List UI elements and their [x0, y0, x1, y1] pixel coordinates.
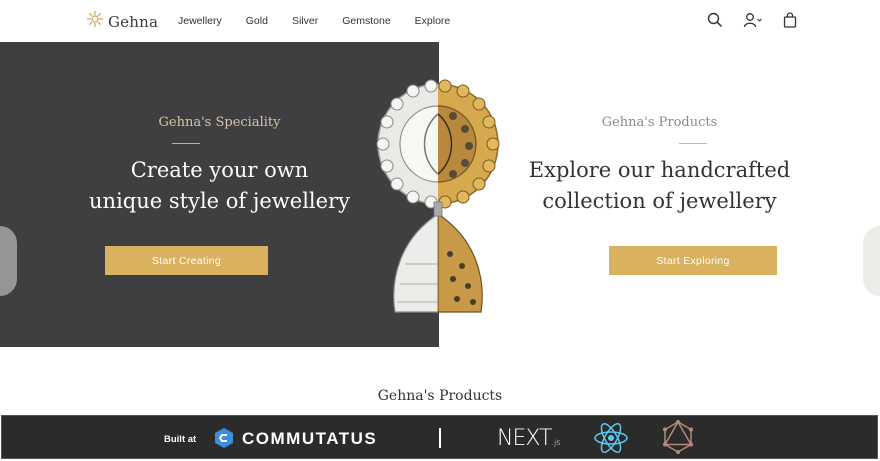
- nextjs-suffix: .js: [551, 438, 561, 447]
- jhumka-earring-image: [365, 74, 515, 324]
- react-icon: [592, 421, 630, 460]
- user-icon[interactable]: [743, 12, 763, 28]
- main-nav: Jewellery Gold Silver Gemstone Explore: [178, 15, 474, 27]
- banner-divider: [439, 428, 441, 448]
- logo-sun-icon: [86, 10, 104, 33]
- graphql-icon: [660, 419, 696, 460]
- search-icon[interactable]: [707, 12, 723, 28]
- bag-icon[interactable]: [783, 12, 797, 28]
- nav-silver[interactable]: Silver: [292, 15, 318, 27]
- carousel-prev-button[interactable]: [0, 226, 17, 296]
- nextjs-logo: NEXT.js: [497, 426, 560, 451]
- built-at-banner: Built at COMMUTATUS NEXT.js: [1, 415, 878, 459]
- logo-text: Gehna: [108, 12, 159, 31]
- commutatus-wordmark: COMMUTATUS: [242, 429, 378, 448]
- carousel-next-button[interactable]: [863, 226, 880, 296]
- left-divider: [172, 143, 200, 144]
- nav-gold[interactable]: Gold: [246, 15, 268, 27]
- built-at-label: Built at: [164, 434, 197, 445]
- start-exploring-button[interactable]: Start Exploring: [609, 246, 777, 275]
- right-divider: [679, 143, 707, 144]
- nav-gemstone[interactable]: Gemstone: [342, 15, 390, 27]
- nav-jewellery[interactable]: Jewellery: [178, 15, 222, 27]
- header-actions: [707, 12, 797, 28]
- start-creating-button[interactable]: Start Creating: [105, 246, 268, 275]
- logo[interactable]: Gehna: [86, 10, 158, 33]
- commutatus-logo-icon: [212, 427, 236, 454]
- nextjs-wordmark: NEXT: [497, 426, 552, 451]
- site-header: Gehna Jewellery Gold Silver Gemstone Exp…: [0, 0, 880, 42]
- nav-explore[interactable]: Explore: [415, 15, 451, 27]
- products-section-title: Gehna's Products: [377, 388, 503, 404]
